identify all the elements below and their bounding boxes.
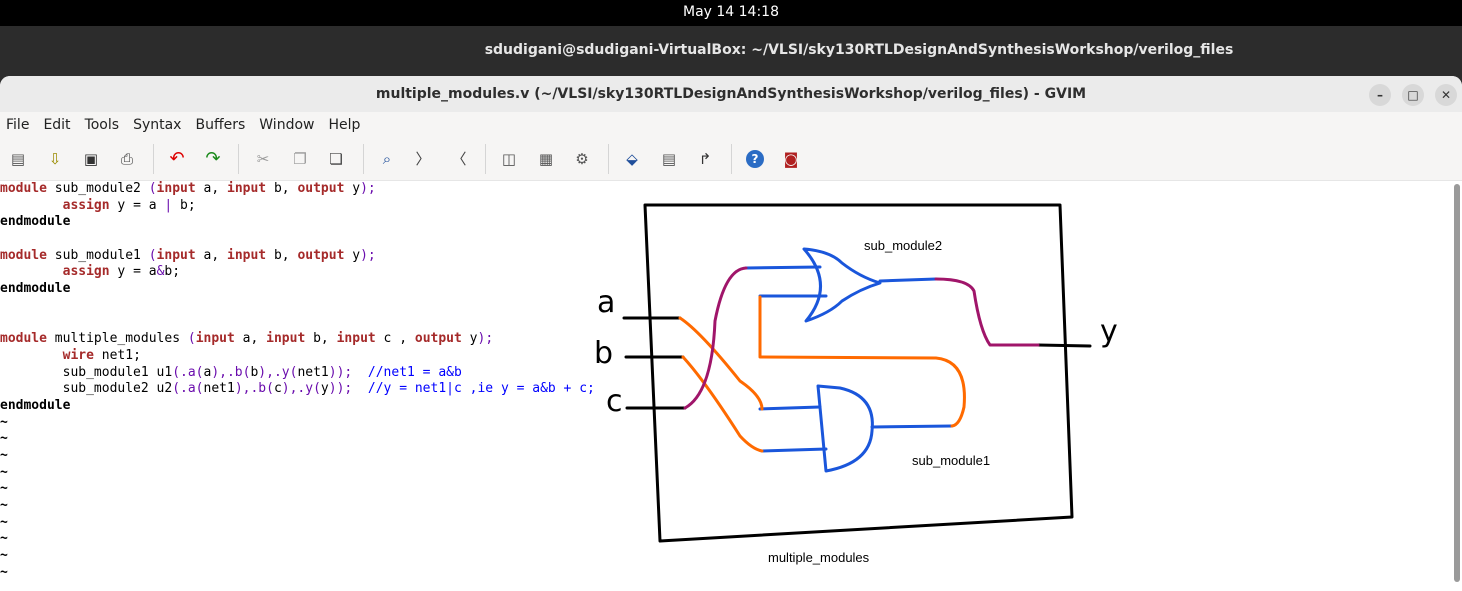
terminal-title: sdudigani@sdudigani-VirtualBox: ~/VLSI/s… bbox=[484, 42, 1234, 58]
input-b-label: b bbox=[594, 336, 613, 371]
find-help-icon[interactable]: ◙ bbox=[782, 150, 800, 168]
load-session-icon[interactable]: ⇩ bbox=[46, 150, 64, 168]
window-title-bar[interactable]: multiple_modules.v (~/VLSI/sky130RTLDesi… bbox=[0, 76, 1462, 112]
menu-file[interactable]: File bbox=[6, 117, 29, 133]
label-sub-module1: sub_module1 bbox=[912, 453, 990, 468]
menu-buffers[interactable]: Buffers bbox=[195, 117, 245, 133]
output-y-label: y bbox=[1100, 314, 1118, 349]
menu-edit[interactable]: Edit bbox=[43, 117, 70, 133]
output-y-wire bbox=[1036, 343, 1092, 348]
menu-bar: File Edit Tools Syntax Buffers Window Help bbox=[0, 112, 1462, 138]
jump-to-tag-icon[interactable]: ↱ bbox=[696, 150, 714, 168]
gvim-window: multiple_modules.v (~/VLSI/sky130RTLDesi… bbox=[0, 76, 1462, 591]
find-next-icon[interactable]: 〉 bbox=[414, 150, 432, 168]
terminal-title-bar: sdudigani@sdudigani-VirtualBox: ~/VLSI/s… bbox=[0, 26, 1462, 76]
input-b-route bbox=[681, 355, 764, 453]
menu-help[interactable]: Help bbox=[328, 117, 360, 133]
label-sub-module2: sub_module2 bbox=[864, 238, 942, 253]
toolbar-separator bbox=[238, 144, 239, 174]
and-output-wire bbox=[870, 424, 954, 429]
input-c-label: c bbox=[606, 384, 623, 419]
paste-icon[interactable]: ❏ bbox=[327, 150, 345, 168]
output-route bbox=[934, 277, 1040, 347]
print-icon[interactable]: ⎙ bbox=[118, 150, 136, 168]
help-icon[interactable]: ? bbox=[746, 150, 764, 168]
find-prev-icon[interactable]: 〈 bbox=[450, 150, 468, 168]
or-output-wire bbox=[878, 277, 938, 283]
or-gate bbox=[802, 247, 882, 323]
and-input-wire-2 bbox=[760, 447, 828, 453]
input-c-route bbox=[683, 266, 748, 410]
undo-icon[interactable]: ↶ bbox=[168, 150, 186, 168]
system-top-bar: May 14 14:18 bbox=[0, 0, 1462, 26]
or-input-wire-1 bbox=[744, 265, 822, 270]
toolbar-separator bbox=[485, 144, 486, 174]
toolbar: ▤ ⇩ ▣ ⎙ ↶ ↷ ✂ ❐ ❏ ⌕ 〉 〈 ◫ ▦ ⚙ ⬙ ▤ ↱ ? ◙ bbox=[0, 138, 1462, 181]
toolbar-separator bbox=[731, 144, 732, 174]
clock[interactable]: May 14 14:18 bbox=[683, 4, 779, 20]
run-shell-icon[interactable]: ⚙ bbox=[573, 150, 591, 168]
circuit-diagram: sub_module2 sub_module1 multiple_modules… bbox=[594, 203, 1118, 565]
toolbar-separator bbox=[363, 144, 364, 174]
vertical-scrollbar[interactable] bbox=[1454, 184, 1460, 582]
load-script-icon[interactable]: ◫ bbox=[500, 150, 518, 168]
input-a-label: a bbox=[597, 285, 615, 320]
copy-icon[interactable]: ❐ bbox=[291, 150, 309, 168]
window-title: multiple_modules.v (~/VLSI/sky130RTLDesi… bbox=[375, 86, 1087, 102]
run-ctags-icon[interactable]: ⬙ bbox=[623, 150, 641, 168]
menu-syntax[interactable]: Syntax bbox=[133, 117, 181, 133]
label-multiple-modules: multiple_modules bbox=[768, 550, 870, 565]
make-icon[interactable]: ▦ bbox=[537, 150, 555, 168]
cut-icon[interactable]: ✂ bbox=[254, 150, 272, 168]
toolbar-separator bbox=[153, 144, 154, 174]
menu-tools[interactable]: Tools bbox=[85, 117, 120, 133]
build-tags-icon[interactable]: ▤ bbox=[660, 150, 678, 168]
open-icon[interactable]: ▤ bbox=[9, 150, 27, 168]
input-a-route bbox=[678, 316, 764, 411]
save-icon[interactable]: ▣ bbox=[82, 150, 100, 168]
find-replace-icon[interactable]: ⌕ bbox=[378, 150, 396, 168]
editor-area[interactable]: module sub_module2 (input a, input b, ou… bbox=[0, 181, 1450, 591]
menu-window[interactable]: Window bbox=[259, 117, 314, 133]
maximize-button[interactable]: □ bbox=[1402, 84, 1424, 106]
and-gate bbox=[816, 384, 874, 473]
redo-icon[interactable]: ↷ bbox=[204, 150, 222, 168]
toolbar-separator bbox=[608, 144, 609, 174]
and-input-wire-1 bbox=[758, 405, 822, 411]
close-button[interactable]: ✕ bbox=[1435, 84, 1457, 106]
minimize-button[interactable]: – bbox=[1369, 84, 1391, 106]
